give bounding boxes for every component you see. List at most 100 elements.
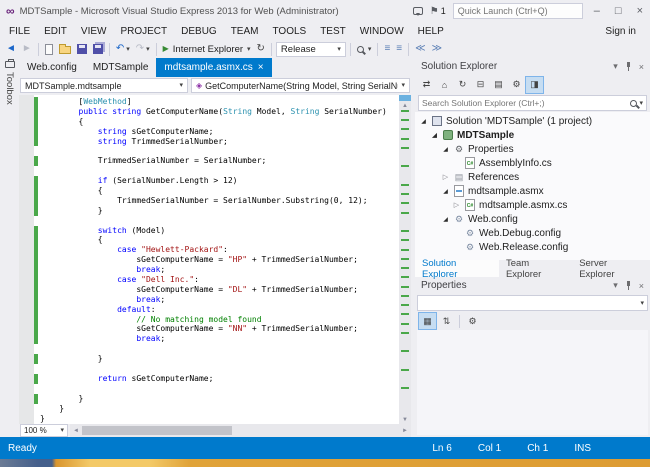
code-line[interactable]: default:	[19, 305, 399, 315]
code-line[interactable]: {	[19, 117, 399, 127]
tab-web.config[interactable]: Web.config	[19, 58, 85, 77]
code-line[interactable]: TrimmedSerialNumber = SerialNumber;	[19, 156, 399, 166]
code-line[interactable]: }	[19, 414, 399, 424]
quick-launch-input[interactable]	[453, 3, 583, 19]
code-line[interactable]: }	[19, 354, 399, 364]
tree-item[interactable]: ◢MDTSample	[415, 128, 650, 142]
new-file-button[interactable]	[43, 41, 55, 57]
panel-tab-server-explorer[interactable]: Server Explorer	[572, 260, 650, 277]
find-button[interactable]: ▾	[355, 41, 374, 57]
tab-mdtsample.asmx.cs[interactable]: mdtsample.asmx.cs×	[156, 58, 271, 77]
menu-team[interactable]: TEAM	[224, 26, 266, 37]
undo-button[interactable]: ↶▾	[114, 41, 132, 57]
pin-icon[interactable]	[625, 281, 632, 290]
code-line[interactable]: case "Dell Inc.":	[19, 275, 399, 285]
minimize-button[interactable]: –	[590, 5, 604, 17]
tree-expanded-icon[interactable]: ◢	[441, 188, 450, 195]
navigate-backward-button[interactable]: ◄	[4, 41, 18, 57]
vertical-scrollbar[interactable]: ▲ ▼	[399, 95, 411, 424]
menu-debug[interactable]: DEBUG	[174, 26, 224, 37]
scrollbar-thumb[interactable]	[82, 426, 232, 435]
tree-expanded-icon[interactable]: ◢	[441, 146, 450, 153]
menu-help[interactable]: HELP	[411, 26, 451, 37]
close-icon[interactable]: ×	[639, 62, 644, 72]
close-icon[interactable]: ×	[258, 62, 264, 73]
close-button[interactable]: ×	[633, 5, 647, 17]
scroll-down-icon[interactable]: ▼	[402, 415, 408, 424]
code-line[interactable]: break;	[19, 295, 399, 305]
code-line[interactable]: // No matching model found	[19, 315, 399, 325]
tree-collapsed-icon[interactable]: ▷	[441, 173, 450, 181]
code-line[interactable]: sGetComputerName = "NN" + TrimmedSerialN…	[19, 324, 399, 334]
code-line[interactable]: string TrimmedSerialNumber;	[19, 137, 399, 147]
sign-in-link[interactable]: Sign in	[605, 26, 650, 37]
tree-item[interactable]: ◢⚙Properties	[415, 142, 650, 156]
properties-object-dropdown[interactable]: ▾	[417, 295, 648, 311]
menu-window[interactable]: WINDOW	[353, 26, 411, 37]
code-line[interactable]: [WebMethod]	[19, 97, 399, 107]
menu-file[interactable]: FILE	[2, 26, 37, 37]
feedback-icon[interactable]	[413, 7, 423, 15]
menu-view[interactable]: VIEW	[74, 26, 114, 37]
property-pages-icon[interactable]: ⚙	[464, 313, 481, 329]
code-line[interactable]: case "Hewlett-Packard":	[19, 245, 399, 255]
menu-tools[interactable]: TOOLS	[265, 26, 313, 37]
window-menu-icon[interactable]: ▾	[613, 61, 618, 72]
start-debug-button[interactable]: ▶ Internet Explorer ▾	[161, 41, 253, 57]
toolbox-tab[interactable]: Toolbox	[0, 58, 19, 437]
search-input[interactable]	[422, 98, 630, 108]
maximize-button[interactable]: □	[611, 5, 626, 17]
code-line[interactable]: break;	[19, 265, 399, 275]
vscroll-track[interactable]	[399, 110, 411, 415]
code-line[interactable]: switch (Model)	[19, 226, 399, 236]
code-line[interactable]	[19, 384, 399, 394]
decrease-indent-button[interactable]: ≪	[413, 41, 427, 57]
code-line[interactable]: if (SerialNumber.Length > 12)	[19, 176, 399, 186]
comment-button[interactable]: ≡	[382, 41, 392, 57]
categorized-icon[interactable]: ▦	[419, 313, 436, 329]
tree-expanded-icon[interactable]: ◢	[419, 118, 428, 125]
tree-item[interactable]: ⚙Web.Debug.config	[415, 226, 650, 240]
code-line[interactable]	[19, 166, 399, 176]
tree-collapsed-icon[interactable]: ▷	[452, 201, 461, 209]
menu-test[interactable]: TEST	[313, 26, 353, 37]
tree-expanded-icon[interactable]: ◢	[441, 216, 450, 223]
properties-icon[interactable]: ⚙	[508, 77, 525, 93]
code-line[interactable]	[19, 364, 399, 374]
collapse-all-icon[interactable]: ⊟	[472, 77, 489, 93]
tree-item[interactable]: ▷▤References	[415, 170, 650, 184]
menu-project[interactable]: PROJECT	[113, 26, 174, 37]
code-line[interactable]	[19, 216, 399, 226]
scroll-right-icon[interactable]: ►	[399, 428, 411, 434]
scroll-up-icon[interactable]: ▲	[402, 101, 408, 110]
zoom-dropdown[interactable]: 100 % ▾	[20, 424, 68, 437]
panel-tab-team-explorer[interactable]: Team Explorer	[499, 260, 572, 277]
refresh-icon[interactable]: ↻	[454, 77, 471, 93]
preview-selected-item-icon[interactable]: ◨	[526, 77, 543, 93]
show-all-files-icon[interactable]: ▤	[490, 77, 507, 93]
code-line[interactable]: public string GetComputerName(String Mod…	[19, 107, 399, 117]
panel-tab-solution-explorer[interactable]: Solution Explorer	[415, 260, 499, 277]
tree-item[interactable]: ▷mdtsample.asmx.cs	[415, 198, 650, 212]
tree-item[interactable]: ◢mdtsample.asmx	[415, 184, 650, 198]
uncomment-button[interactable]: ≡	[394, 41, 404, 57]
alphabetical-icon[interactable]: ⇅	[438, 313, 455, 329]
tree-item[interactable]: ◢Solution 'MDTSample' (1 project)	[415, 114, 650, 128]
chevron-down-icon[interactable]: ▾	[639, 100, 643, 107]
window-menu-icon[interactable]: ▾	[613, 280, 618, 291]
code-line[interactable]: string sGetComputerName;	[19, 127, 399, 137]
open-file-button[interactable]	[57, 41, 73, 57]
code-line[interactable]: sGetComputerName = "HP" + TrimmedSerialN…	[19, 255, 399, 265]
navigate-forward-button[interactable]: ►	[20, 41, 34, 57]
types-dropdown[interactable]: MDTSample.mdtsample ▾	[20, 78, 188, 93]
code-line[interactable]: }	[19, 206, 399, 216]
members-dropdown[interactable]: ◈ GetComputerName(String Model, String S…	[191, 78, 410, 93]
code-line[interactable]: {	[19, 186, 399, 196]
tree-item[interactable]: AssemblyInfo.cs	[415, 156, 650, 170]
pin-icon[interactable]	[625, 62, 632, 71]
search-icon[interactable]	[630, 100, 637, 107]
tab-mdtsample[interactable]: MDTSample	[85, 58, 157, 77]
code-line[interactable]: }	[19, 394, 399, 404]
code-line[interactable]: }	[19, 404, 399, 414]
refresh-button[interactable]: ↻	[255, 41, 267, 57]
